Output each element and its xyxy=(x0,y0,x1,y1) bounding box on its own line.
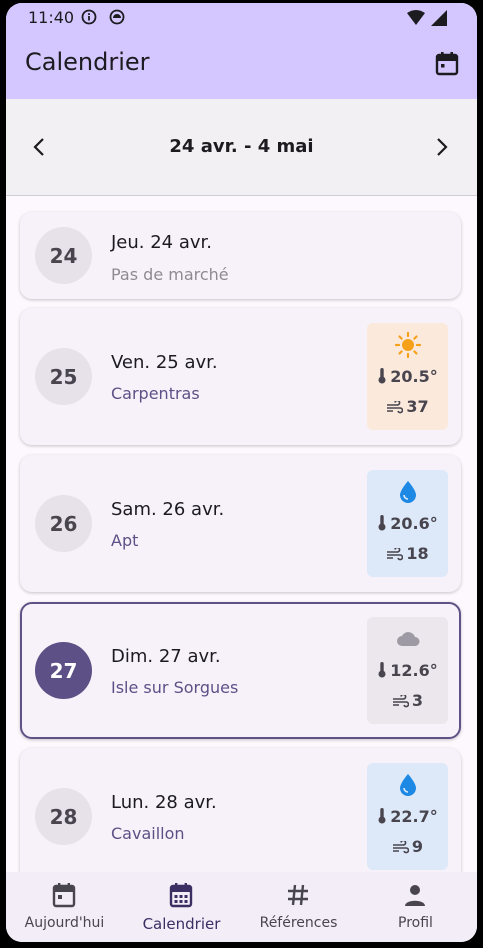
day-number: 26 xyxy=(35,495,92,552)
status-bar: 11:40 xyxy=(6,3,477,33)
signal-icon xyxy=(431,10,447,26)
app-bar: 11:40 Calendrier xyxy=(6,3,477,99)
wind-icon xyxy=(392,695,409,708)
weather-panel: 22.7° 9 xyxy=(367,763,448,870)
thermometer-icon xyxy=(378,368,386,384)
wind-icon xyxy=(387,401,404,414)
wind-icon xyxy=(387,548,404,561)
wind-value: 9 xyxy=(411,837,424,856)
day-name: Jeu. 24 avr. xyxy=(111,232,213,253)
market-label: Isle sur Sorgues xyxy=(111,678,239,697)
day-name: Ven. 25 avr. xyxy=(111,352,218,373)
temperature-value: 12.6° xyxy=(390,661,438,680)
nav-label: Profil xyxy=(398,915,433,931)
thermometer-icon xyxy=(378,515,386,531)
info-icon xyxy=(81,9,97,25)
day-card[interactable]: 28 Lun. 28 avr. Cavaillon 22.7° 9 xyxy=(20,748,461,872)
nav-label: Aujourd'hui xyxy=(24,915,105,931)
day-number: 28 xyxy=(35,788,92,845)
bottom-navigation: Aujourd'hui Calendrier Références Profil xyxy=(6,872,477,942)
temperature-value: 20.5° xyxy=(390,367,438,386)
day-list: 24 Jeu. 24 avr. Pas de marché 25 Ven. 25… xyxy=(6,196,477,872)
nav-profile[interactable]: Profil xyxy=(357,872,474,942)
market-label: Apt xyxy=(111,531,139,550)
day-number: 24 xyxy=(35,227,92,284)
day-name: Lun. 28 avr. xyxy=(111,792,217,813)
day-card[interactable]: 26 Sam. 26 avr. Apt 20.6° 18 xyxy=(20,455,461,592)
temperature-row: 20.6° xyxy=(367,514,448,533)
day-number: 25 xyxy=(35,348,92,405)
wind-value: 3 xyxy=(411,691,424,710)
thermometer-icon xyxy=(378,662,386,678)
calendar-picker-button[interactable] xyxy=(433,50,461,78)
calendar-month-icon xyxy=(169,883,193,908)
nav-references[interactable]: Références xyxy=(240,872,357,942)
day-name: Dim. 27 avr. xyxy=(111,646,221,667)
nav-today[interactable]: Aujourd'hui xyxy=(6,872,123,942)
water-drop-icon xyxy=(400,481,416,503)
calendar-today-icon xyxy=(52,883,76,908)
temperature-row: 20.5° xyxy=(367,367,448,386)
weather-panel: 12.6° 3 xyxy=(367,617,448,724)
market-label: Cavaillon xyxy=(111,824,185,843)
day-number: 27 xyxy=(35,642,92,699)
nav-label: Calendrier xyxy=(142,915,221,933)
wind-value: 37 xyxy=(406,397,429,416)
weather-panel: 20.5° 37 xyxy=(367,323,448,430)
temperature-value: 20.6° xyxy=(390,514,438,533)
person-icon xyxy=(405,885,425,906)
next-period-button[interactable] xyxy=(429,135,453,159)
sun-icon xyxy=(395,332,421,358)
nav-calendar[interactable]: Calendrier xyxy=(123,872,240,942)
date-range-label: 24 avr. - 4 mai xyxy=(169,136,314,157)
status-time: 11:40 xyxy=(28,8,75,27)
wind-row: 9 xyxy=(367,837,448,856)
water-drop-icon xyxy=(400,774,416,796)
nav-label: Références xyxy=(259,915,338,931)
wifi-icon xyxy=(407,10,425,25)
wind-row: 3 xyxy=(367,691,448,710)
day-card-selected[interactable]: 27 Dim. 27 avr. Isle sur Sorgues 12.6° 3 xyxy=(20,602,461,739)
wind-icon xyxy=(392,841,409,854)
sync-status-icon xyxy=(109,9,125,25)
temperature-row: 12.6° xyxy=(367,661,448,680)
day-card[interactable]: 24 Jeu. 24 avr. Pas de marché xyxy=(20,212,461,299)
temperature-row: 22.7° xyxy=(367,807,448,826)
phone-screen: 11:40 Calendrier 24 avr. - 4 mai 24 Jeu.… xyxy=(6,3,477,942)
wind-row: 37 xyxy=(367,397,448,416)
market-label: Carpentras xyxy=(111,384,200,403)
cloud-icon xyxy=(397,632,420,646)
page-title: Calendrier xyxy=(25,48,150,76)
market-label: Pas de marché xyxy=(111,265,229,284)
day-name: Sam. 26 avr. xyxy=(111,499,225,520)
hash-icon xyxy=(288,884,308,906)
day-card[interactable]: 25 Ven. 25 avr. Carpentras 20.5° 37 xyxy=(20,308,461,445)
date-range-bar: 24 avr. - 4 mai xyxy=(6,99,477,196)
wind-row: 18 xyxy=(367,544,448,563)
temperature-value: 22.7° xyxy=(390,807,438,826)
weather-panel: 20.6° 18 xyxy=(367,470,448,577)
wind-value: 18 xyxy=(406,544,429,563)
thermometer-icon xyxy=(378,808,386,824)
